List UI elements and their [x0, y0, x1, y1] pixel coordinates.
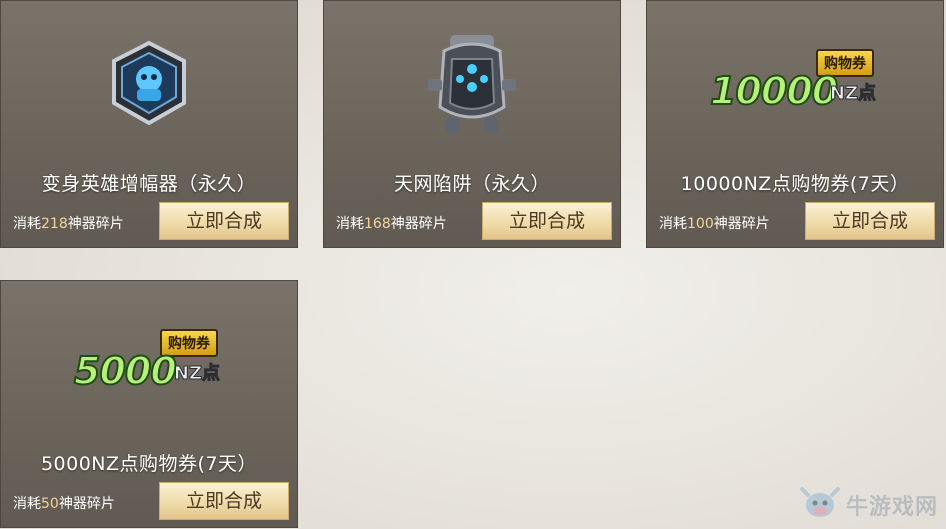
voucher-5000-icon: 购物券 5000 NZ点	[1, 299, 297, 429]
cost-number: 168	[364, 216, 391, 232]
hero-amplifier-icon	[1, 19, 297, 149]
item-card: 变身英雄增幅器（永久） 消耗218神器碎片 立即合成	[0, 0, 298, 248]
compose-button[interactable]: 立即合成	[805, 202, 935, 240]
item-title: 5000NZ点购物券(7天）	[40, 453, 258, 475]
watermark: 牛游戏网	[799, 485, 938, 525]
skynet-trap-icon	[324, 19, 620, 149]
cow-mascot-icon	[799, 485, 840, 525]
compose-button[interactable]: 立即合成	[159, 202, 289, 240]
cost-number: 50	[41, 496, 59, 512]
watermark-text: 牛游戏网	[845, 495, 938, 520]
cost-number: 218	[41, 216, 68, 232]
compose-button[interactable]: 立即合成	[159, 482, 289, 520]
cost-label: 消耗100神器碎片	[659, 216, 770, 232]
cost-label: 消耗50神器碎片	[13, 496, 115, 512]
item-card: 购物券 5000 NZ点 5000NZ点购物券(7天） 消耗50神器碎片 立即合…	[0, 280, 298, 528]
item-card: 购物券 10000 NZ点 10000NZ点购物券(7天） 消耗100神器碎片 …	[646, 0, 944, 248]
item-title: 10000NZ点购物券(7天）	[680, 173, 910, 195]
voucher-10000-icon: 购物券 10000 NZ点	[647, 19, 943, 149]
item-card: 天网陷阱（永久） 消耗168神器碎片 立即合成	[323, 0, 621, 248]
voucher-amount: 5000	[73, 348, 178, 394]
cost-number: 100	[687, 216, 714, 232]
voucher-unit: NZ点	[173, 363, 220, 385]
compose-button[interactable]: 立即合成	[482, 202, 612, 240]
voucher-unit: NZ点	[829, 83, 876, 105]
cost-label: 消耗218神器碎片	[13, 216, 124, 232]
cost-label: 消耗168神器碎片	[336, 216, 447, 232]
item-title: 变身英雄增幅器（永久）	[41, 173, 257, 195]
voucher-amount: 10000	[709, 68, 839, 114]
item-title: 天网陷阱（永久）	[393, 173, 550, 195]
